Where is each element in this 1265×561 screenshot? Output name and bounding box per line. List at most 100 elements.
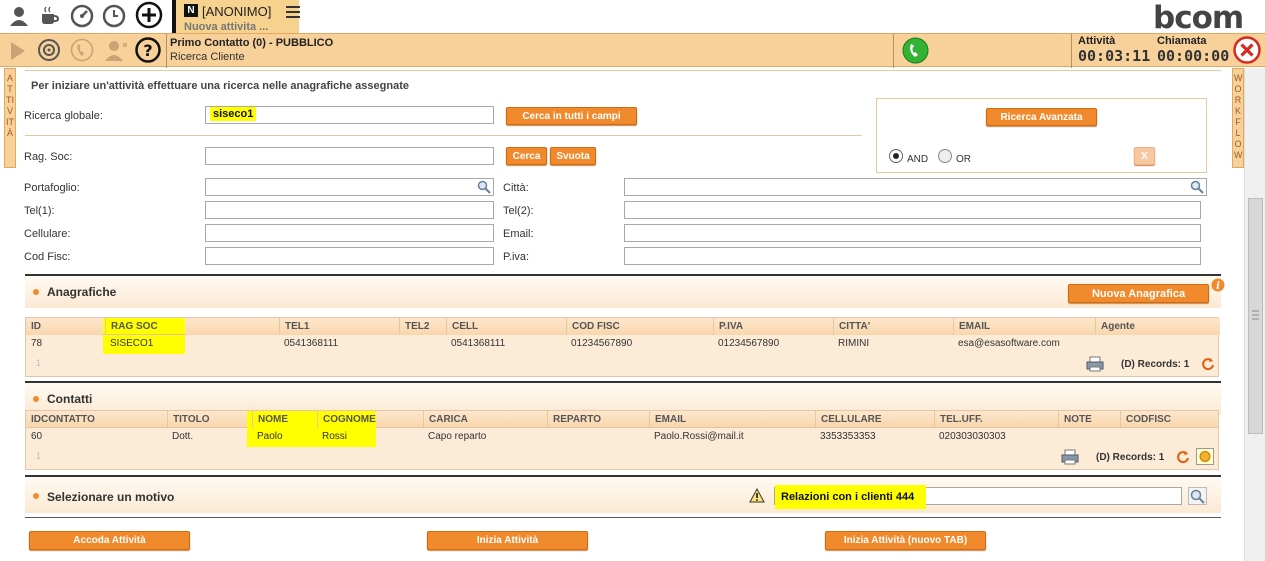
contatti-col-header[interactable]: IDCONTATTO <box>26 411 95 428</box>
activity-tab[interactable]: N [ANONIMO] Nuova attivita ... <box>172 0 300 33</box>
cerca-button[interactable]: Cerca <box>506 147 547 165</box>
warning-icon <box>749 487 765 506</box>
anagrafiche-cell[interactable]: 0541368111 <box>279 336 338 352</box>
contatti-cell[interactable] <box>547 429 552 445</box>
advanced-search-button[interactable]: Ricerca Avanzata <box>986 108 1097 126</box>
portafoglio-search-icon[interactable] <box>477 180 491 197</box>
portafoglio-input[interactable] <box>205 178 494 196</box>
citta-search-icon[interactable] <box>1190 180 1204 197</box>
tel2-input[interactable] <box>624 201 1201 219</box>
side-tab-attivita[interactable]: ATTIVITÀ <box>4 68 16 168</box>
tel1-input[interactable] <box>205 201 494 219</box>
anagrafiche-grid: ID RAG SOC TEL1 TEL2 CELL COD FISC P.IVA CITTA'… <box>25 317 1220 377</box>
add-contact-icon[interactable] <box>1196 448 1214 465</box>
accoda-button[interactable]: Accoda Attività <box>29 531 190 550</box>
anagrafiche-col-header[interactable]: Agente <box>1095 318 1135 335</box>
help-icon[interactable]: ? <box>135 37 161 66</box>
contatti-cell[interactable]: Paolo <box>252 429 283 445</box>
piva-input[interactable] <box>624 247 1201 265</box>
contatti-col-header[interactable]: TEL.UFF. <box>934 411 983 428</box>
contatti-col-header[interactable]: NOME <box>252 411 288 428</box>
coffee-icon[interactable] <box>36 3 62 29</box>
contatti-cell[interactable] <box>1120 429 1125 445</box>
main-panel: Per iniziare un'attività effettuare una … <box>17 70 1227 561</box>
contatti-cell[interactable]: 020303030303 <box>934 429 1006 445</box>
scrollbar-thumb[interactable] <box>1248 198 1263 434</box>
anagrafiche-cell[interactable] <box>399 336 404 352</box>
anagrafiche-col-header[interactable]: RAG SOC <box>105 318 158 335</box>
printer-icon[interactable] <box>1086 356 1104 375</box>
motivo-search-icon[interactable] <box>1188 487 1207 505</box>
contatti-col-header[interactable]: TITOLO <box>167 411 209 428</box>
contatti-cell[interactable]: Dott. <box>167 429 193 445</box>
vertical-scrollbar[interactable] <box>1244 68 1265 561</box>
anagrafiche-col-header[interactable]: TEL2 <box>399 318 429 335</box>
contatti-records: (D) Records: 1 <box>1096 452 1165 463</box>
contatti-cell[interactable]: 3353353353 <box>815 429 876 445</box>
svuota-button[interactable]: Svuota <box>550 147 596 165</box>
clock-icon[interactable] <box>101 3 127 29</box>
play-icon[interactable] <box>9 41 27 64</box>
contatti-page-number[interactable]: 1 <box>36 451 41 461</box>
new-anagrafica-button[interactable]: Nuova Anagrafica <box>1068 284 1209 303</box>
or-radio[interactable] <box>938 149 952 163</box>
inizia-new-tab-button[interactable]: Inizia Attività (nuovo TAB) <box>825 531 986 550</box>
anagrafiche-col-header[interactable]: P.IVA <box>713 318 743 335</box>
cellulare-input[interactable] <box>205 224 494 242</box>
anagrafiche-col-header[interactable]: EMAIL <box>953 318 990 335</box>
printer-icon[interactable] <box>1061 449 1079 468</box>
anagrafiche-cell[interactable] <box>1095 336 1100 352</box>
contatti-col-header[interactable]: CARICA <box>423 411 468 428</box>
contatti-col-header[interactable]: COGNOME <box>317 411 376 428</box>
motivo-title: Selezionare un motivo <box>47 490 175 504</box>
side-tab-workflow[interactable]: WORKFLOW <box>1232 68 1244 168</box>
anagrafiche-col-header[interactable]: TEL1 <box>279 318 309 335</box>
phone-call-icon[interactable] <box>902 37 929 67</box>
contatti-col-header[interactable]: REPARTO <box>547 411 601 428</box>
anagrafiche-cell[interactable]: 01234567890 <box>566 336 632 352</box>
anagrafiche-cell[interactable]: 01234567890 <box>713 336 779 352</box>
contatti-col-header[interactable]: CELLULARE <box>815 411 882 428</box>
target-icon[interactable] <box>37 38 61 65</box>
anagrafiche-cell[interactable]: 0541368111 <box>446 336 505 352</box>
user-icon[interactable] <box>6 3 32 29</box>
contatti-cell[interactable]: Paolo.Rossi@mail.it <box>649 429 744 445</box>
close-icon[interactable] <box>1233 36 1261 67</box>
email-input[interactable] <box>624 224 1201 242</box>
codfisc-input[interactable] <box>205 247 494 265</box>
contatti-col-header[interactable]: EMAIL <box>649 411 686 428</box>
anagrafiche-col-header[interactable]: ID <box>26 318 41 335</box>
users-icon[interactable] <box>103 38 129 65</box>
contatti-cell[interactable]: Capo reparto <box>423 429 486 445</box>
clear-advanced-button[interactable]: X <box>1134 147 1155 165</box>
anagrafiche-col-header[interactable]: CITTA' <box>833 318 870 335</box>
contatti-cell[interactable]: 60 <box>26 429 42 445</box>
contatti-col-header[interactable]: NOTE <box>1058 411 1092 428</box>
refresh-icon[interactable] <box>1201 357 1215 374</box>
inizia-button[interactable]: Inizia Attività <box>427 531 588 550</box>
anagrafiche-col-header[interactable]: COD FISC <box>566 318 620 335</box>
search-all-button[interactable]: Cerca in tutti i campi <box>506 107 637 125</box>
tab-type-icon: N <box>184 4 198 17</box>
motivo-input[interactable]: Relazioni con i clienti 444 <box>774 485 1182 509</box>
anagrafiche-page-number[interactable]: 1 <box>36 358 41 368</box>
speedometer-icon[interactable] <box>69 3 95 29</box>
contatti-cell[interactable]: Rossi <box>317 429 347 445</box>
and-radio[interactable] <box>889 149 903 163</box>
anagrafiche-cell[interactable]: RIMINI <box>833 336 869 352</box>
activity-timer: 00:03:11 <box>1078 47 1151 65</box>
contatti-cell[interactable] <box>1058 429 1063 445</box>
refresh-icon[interactable] <box>1176 450 1190 467</box>
phone-disabled-icon[interactable] <box>70 38 94 65</box>
menu-icon[interactable] <box>286 5 300 22</box>
add-icon[interactable] <box>135 1 163 29</box>
contatti-col-header[interactable]: CODFISC <box>1120 411 1171 428</box>
anagrafiche-cell[interactable]: esa@esasoftware.com <box>953 336 1060 352</box>
info-icon[interactable]: i <box>1211 278 1225 295</box>
anagrafiche-cell[interactable]: SISECO1 <box>105 336 153 352</box>
anagrafiche-cell[interactable]: 78 <box>26 336 42 352</box>
citta-input[interactable] <box>624 178 1207 196</box>
ragsoc-input[interactable] <box>205 147 494 165</box>
anagrafiche-col-header[interactable]: CELL <box>446 318 478 335</box>
global-search-input[interactable]: siseco1 <box>205 106 494 124</box>
